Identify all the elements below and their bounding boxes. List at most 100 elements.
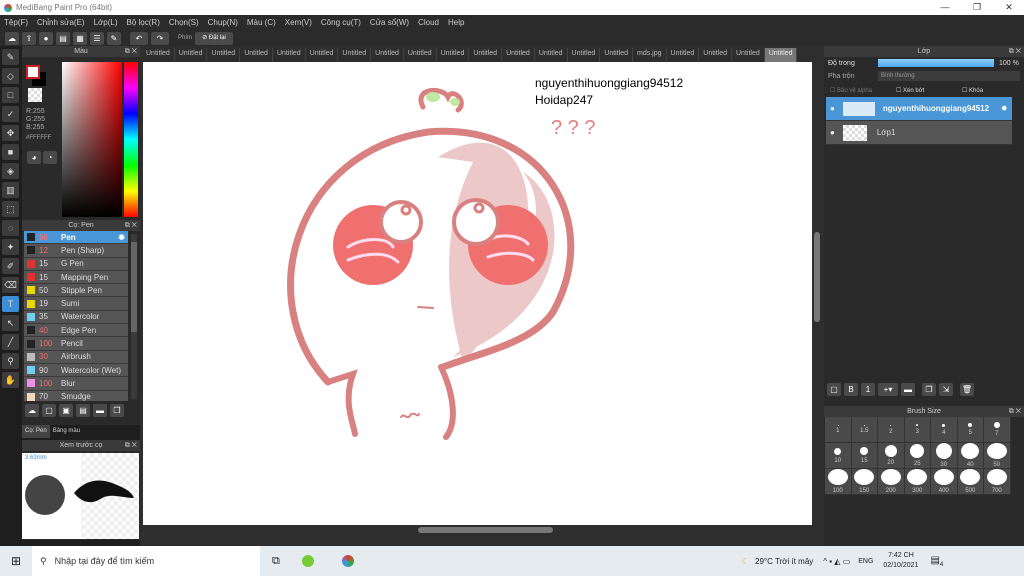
panel-close-icon[interactable]: ⧉ ✕ [125, 440, 137, 451]
delete-layer-icon[interactable]: 🗑 [960, 383, 974, 396]
hue-slider[interactable] [124, 62, 138, 217]
tab-brush[interactable]: Cọ: Pen [22, 425, 50, 438]
document-tab[interactable]: Untitled [764, 48, 798, 62]
brush-size-cell[interactable]: 1.5 [851, 417, 878, 443]
comment-icon[interactable]: ● [39, 31, 53, 45]
menu-window[interactable]: Cửa sổ(W) [370, 18, 409, 27]
folder-icon[interactable]: ▬ [93, 404, 107, 417]
notification-icon[interactable]: ▤4 [930, 555, 943, 568]
clock[interactable]: 7:42 CH 02/10/2021 [883, 551, 918, 571]
minimize-button[interactable]: — [930, 0, 960, 15]
magic-wand-icon[interactable]: ✦ [2, 239, 19, 255]
menu-filter[interactable]: Bộ lọc(R) [127, 18, 160, 27]
document-tab[interactable]: Untitled [667, 48, 700, 62]
brush-item[interactable]: 40 Edge Pen [24, 324, 128, 338]
brush-item[interactable]: 12 Pen (Sharp) [24, 244, 128, 258]
select-tool-icon[interactable]: ⬚ [2, 201, 19, 217]
layer-folder-icon[interactable]: ▬ [901, 383, 915, 396]
brush-size-cell[interactable]: 150 [851, 469, 878, 495]
share-icon[interactable]: ⇪ [22, 31, 36, 45]
drawing-canvas[interactable]: nguyenthihuonggiang94512 Hoidap247 ? ? ? [143, 62, 812, 525]
layer-row-selected[interactable]: ● nguyenthihuonggiang94512 ✹ [826, 97, 1012, 121]
document-tab[interactable]: Untitled [535, 48, 568, 62]
cloud-brush-icon[interactable]: ☁ [25, 404, 39, 417]
language-indicator[interactable]: ENG [858, 558, 873, 565]
document-tab[interactable]: Untitled [732, 48, 765, 62]
brush-item[interactable]: 100 Pencil [24, 337, 128, 351]
hand-tool-icon[interactable]: ✋ [2, 372, 19, 388]
eraser-tool-icon[interactable]: ◇ [2, 68, 19, 84]
new-layer-icon[interactable]: ▢ [827, 383, 841, 396]
brush-size-cell[interactable]: 5 [957, 417, 984, 443]
brush-size-cell[interactable]: 300 [904, 469, 931, 495]
divide-tool-icon[interactable]: ╱ [2, 334, 19, 350]
menu-view[interactable]: Xem(V) [285, 18, 312, 27]
text-tool-icon[interactable]: T [2, 296, 19, 312]
tab-palette[interactable]: Bảng màu [50, 425, 83, 438]
merge-layer-icon[interactable]: ⇲ [939, 383, 953, 396]
brush-item[interactable]: 100 Blur [24, 377, 128, 391]
select-eraser-icon[interactable]: ⌫ [2, 277, 19, 293]
brush-size-cell[interactable]: 3 [904, 417, 931, 443]
brush-size-cell[interactable]: 50 [984, 443, 1011, 469]
new-brush-icon[interactable]: ▢ [42, 404, 56, 417]
layer-settings-icon[interactable]: ✹ [1001, 104, 1008, 113]
undo-icon[interactable]: ↶ [130, 31, 148, 45]
document-tab[interactable]: Untitled [437, 48, 470, 62]
brush-size-cell[interactable]: 400 [931, 469, 958, 495]
brush-add-menu-icon[interactable]: ▣ [59, 404, 73, 417]
check-tool-icon[interactable]: ✓ [2, 106, 19, 122]
menu-color[interactable]: Màu (C) [247, 18, 276, 27]
brush-settings-gear-icon[interactable]: ✹ [118, 233, 125, 242]
document-tab[interactable]: Untitled [568, 48, 601, 62]
brush-item[interactable]: 70 Smudge [24, 390, 128, 401]
brush-size-cell[interactable]: 7 [984, 417, 1011, 443]
edit-icon[interactable]: ✎ [107, 31, 121, 45]
weather-text[interactable]: 29°C Trời ít mây [755, 557, 813, 566]
opacity-slider[interactable] [878, 59, 994, 67]
palette-settings-icon[interactable]: ◔ [43, 151, 57, 164]
lock-checkbox[interactable]: ☐ Khóa [962, 87, 983, 94]
visibility-icon[interactable]: ● [830, 128, 835, 137]
document-icon[interactable]: ▦ [73, 31, 87, 45]
gradient-tool-icon[interactable]: ▥ [2, 182, 19, 198]
visibility-icon[interactable]: ● [830, 104, 835, 113]
transparent-color-swatch[interactable] [28, 88, 42, 102]
redo-icon[interactable]: ↷ [151, 31, 169, 45]
vertical-scrollbar[interactable] [813, 62, 821, 525]
brush-item[interactable]: 90 Watercolor (Wet) [24, 363, 128, 378]
alpha-protect-checkbox[interactable]: ☐ Bảo vệ alpha [830, 87, 892, 94]
brush-item[interactable]: 50 Stipple Pen [24, 284, 128, 298]
document-tab[interactable]: Untitled [404, 48, 437, 62]
new-8bit-layer-icon[interactable]: B [844, 383, 858, 396]
eyedropper-icon[interactable]: ⚲ [2, 353, 19, 369]
move-tool-icon[interactable]: ✥ [2, 125, 19, 141]
tray-icons[interactable]: ^ ▪ ◭ ▭ [823, 557, 850, 566]
lasso-tool-icon[interactable]: ◌ [2, 220, 19, 236]
document-tab[interactable]: Untitled [338, 48, 372, 62]
duplicate-icon[interactable]: ❐ [110, 404, 124, 417]
medibang-taskbar-icon[interactable] [341, 555, 354, 567]
brush-item[interactable]: 35 Watercolor [24, 310, 128, 325]
duplicate-layer-icon[interactable]: ❐ [922, 383, 936, 396]
rectangle-tool-icon[interactable]: □ [2, 87, 19, 103]
document-tab[interactable]: Untitled [273, 48, 306, 62]
message-icon[interactable]: ▤ [56, 31, 70, 45]
brush-settings-icon[interactable]: ▤ [76, 404, 90, 417]
new-1bit-layer-icon[interactable]: 1 [861, 383, 875, 396]
menu-cloud[interactable]: Cloud [418, 18, 439, 27]
menu-tools[interactable]: Công cụ(T) [321, 18, 361, 27]
brush-size-cell[interactable]: 2 [878, 417, 905, 443]
document-tab[interactable]: Untitled [469, 48, 503, 62]
brush-tool-icon[interactable]: ✎ [2, 49, 19, 65]
brush-size-cell[interactable]: 25 [904, 443, 931, 469]
menu-snap[interactable]: Chụp(N) [208, 18, 238, 27]
layer-row[interactable]: ● Lớp1 [826, 121, 1012, 145]
brush-size-cell[interactable]: 40 [957, 443, 984, 469]
brush-size-cell[interactable]: 700 [984, 469, 1011, 495]
document-tab[interactable]: mds.jpg [633, 48, 667, 62]
document-tab[interactable]: Untitled [502, 48, 535, 62]
select-pen-icon[interactable]: ✐ [2, 258, 19, 274]
brush-item[interactable]: 15 G Pen [24, 257, 128, 271]
close-button[interactable]: ✕ [994, 0, 1024, 15]
